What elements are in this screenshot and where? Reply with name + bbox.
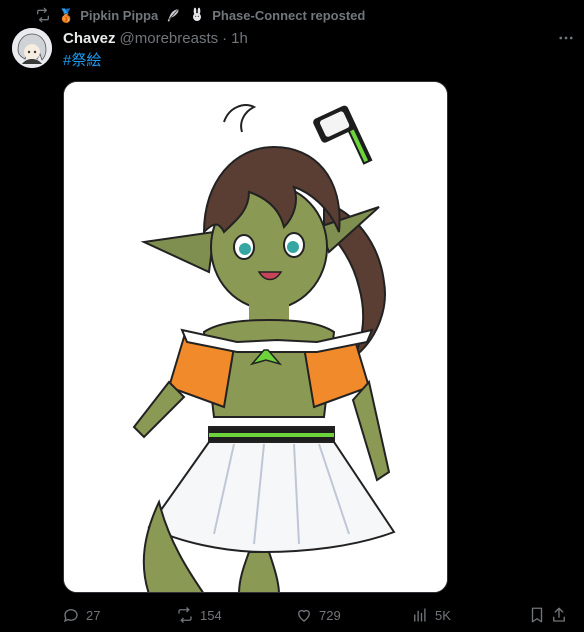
- feather-icon: [164, 6, 182, 24]
- tweet-image[interactable]: [63, 81, 448, 593]
- goblin-girl-illustration: [64, 82, 447, 592]
- reply-count: 27: [86, 607, 101, 623]
- repost-icon: [178, 607, 192, 623]
- timestamp[interactable]: 1h: [231, 30, 248, 47]
- repost-icon: [34, 6, 52, 24]
- repost-button[interactable]: 154: [176, 606, 222, 624]
- tweet-header: Chavez @morebreasts · 1h: [63, 28, 572, 48]
- heart-icon: [298, 609, 310, 622]
- reply-icon: [63, 609, 78, 623]
- repost-user-name[interactable]: Pipkin Pippa: [80, 8, 158, 23]
- repost-label: Phase-Connect reposted: [212, 7, 366, 23]
- repost-context[interactable]: 🥉 Pipkin Pippa Phase-Connect reposted: [34, 6, 365, 24]
- hashtag-link[interactable]: #祭絵: [63, 49, 101, 70]
- avatar[interactable]: [12, 28, 52, 68]
- view-count: 5K: [435, 607, 451, 623]
- analytics-icon: [414, 608, 426, 622]
- share-icon: [553, 607, 565, 622]
- separator: ·: [222, 29, 228, 47]
- more-dots-icon: [559, 36, 573, 40]
- share-button[interactable]: [550, 606, 568, 624]
- reply-button[interactable]: 27: [62, 606, 100, 624]
- bookmark-button[interactable]: [528, 606, 546, 624]
- display-name[interactable]: Chavez: [63, 30, 116, 47]
- like-count: 729: [319, 607, 341, 623]
- medal-icon: 🥉: [58, 7, 75, 23]
- user-handle[interactable]: @morebreasts: [120, 30, 219, 47]
- bookmark-icon: [531, 607, 543, 623]
- rabbit-icon: [188, 6, 206, 24]
- more-options-button[interactable]: [556, 28, 576, 48]
- repost-count: 154: [200, 607, 222, 623]
- like-button[interactable]: 729: [295, 606, 341, 624]
- views-button[interactable]: 5K: [411, 606, 451, 624]
- tweet-actions: 27 154 729 5K: [58, 602, 568, 628]
